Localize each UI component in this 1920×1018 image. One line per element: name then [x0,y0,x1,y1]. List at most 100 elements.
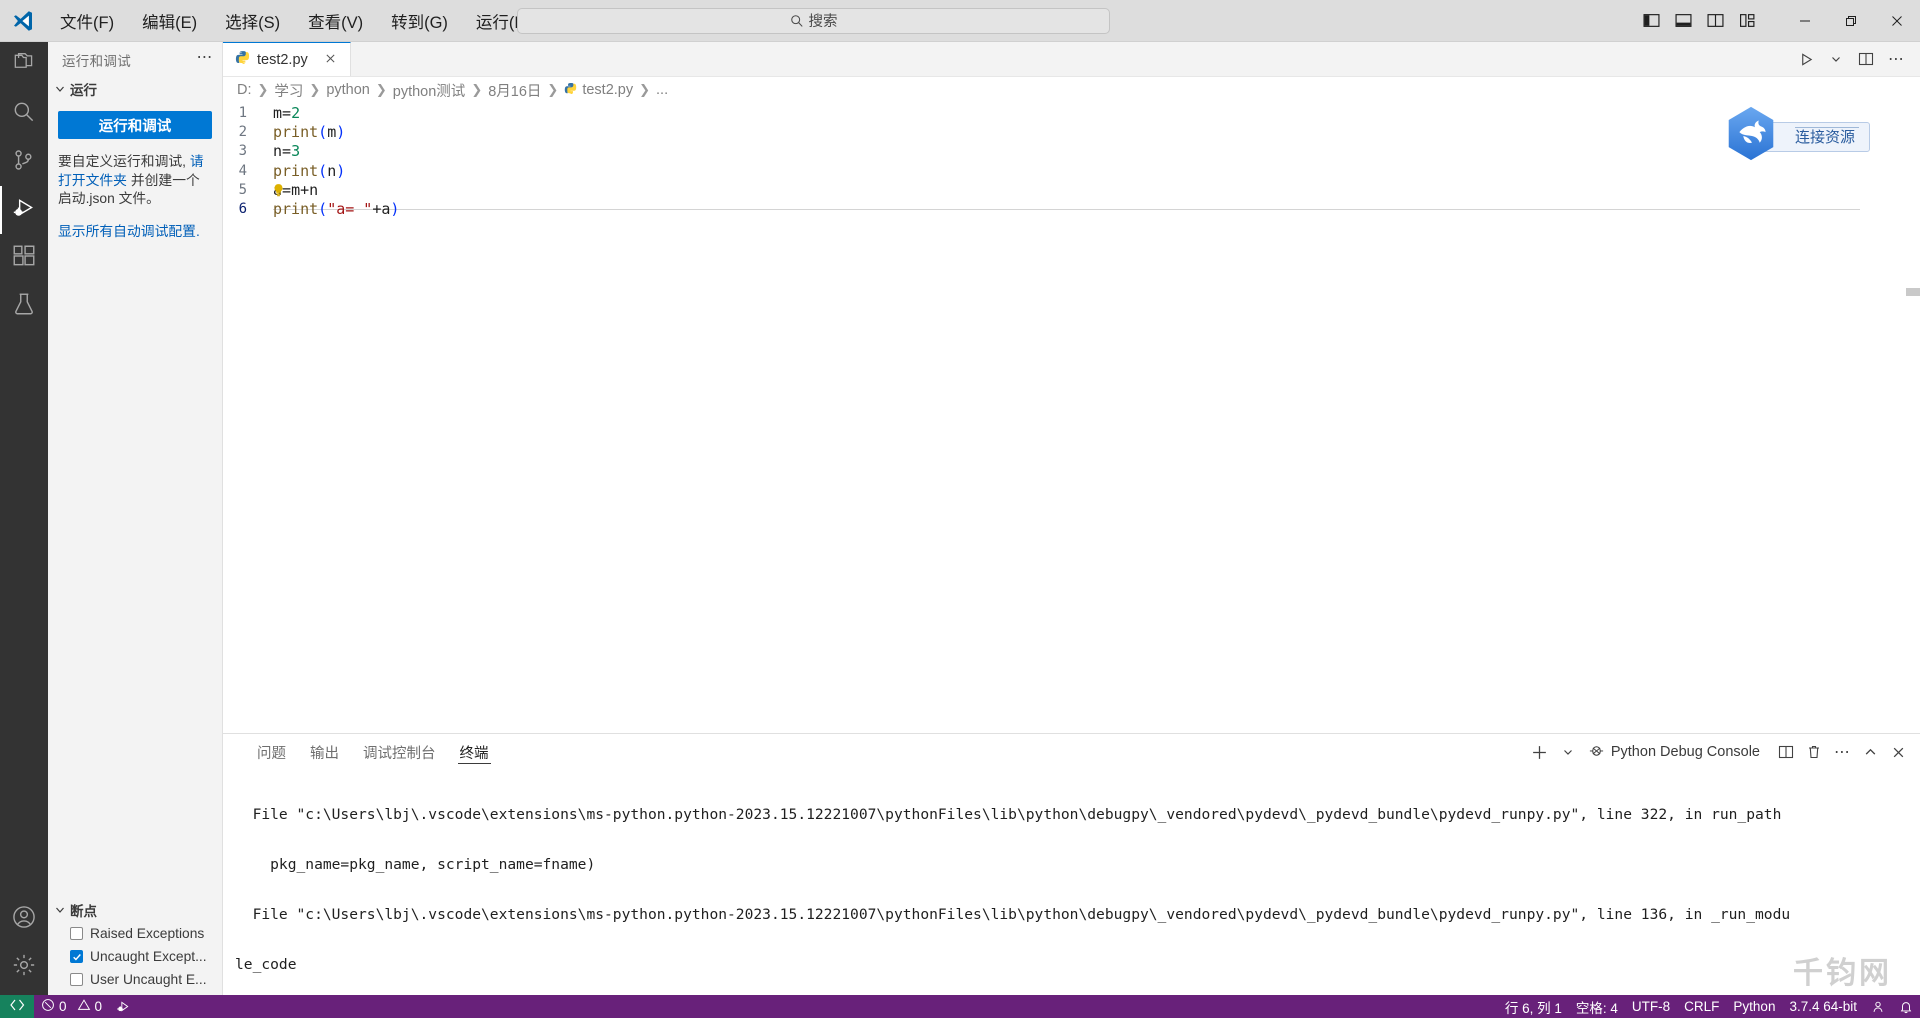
close-icon[interactable] [1874,0,1920,42]
remote-window-button[interactable] [0,995,34,1018]
encoding[interactable]: UTF-8 [1625,995,1677,1018]
panel-actions: Python Debug Console ⋯ [1527,739,1910,765]
manage-settings-button[interactable] [0,943,48,991]
tab-debug-console[interactable]: 调试控制台 [351,734,448,770]
sidebar-item-source-control[interactable] [0,138,48,186]
line-text: n=3 [273,142,301,161]
code-content: 1 m=2 2 print(m) 3 n=3 4 print(n) 5 =m+n… [223,103,1920,219]
split-editor-icon[interactable] [1852,45,1880,73]
chevron-down-icon[interactable] [1556,739,1580,765]
menu-edit[interactable]: 编辑(E) [130,5,209,37]
sidebar-item-extensions[interactable] [0,234,48,282]
person-feedback-icon[interactable] [1864,995,1892,1018]
problems-status[interactable]: 0 0 [34,995,109,1018]
layout-controls [1636,6,1762,36]
editor-scrollbar[interactable] [1906,288,1920,296]
debug-status-icon[interactable] [109,995,138,1018]
tab-output[interactable]: 输出 [298,734,351,770]
editor-column: test2.py ⋯ D: ❯ 学习 ❯ python ❯ python测试 ❯… [223,42,1920,995]
breadcrumb-item-0[interactable]: D: [237,82,252,98]
user-uncaught-exceptions-checkbox[interactable] [70,973,83,986]
breakpoints-section-header[interactable]: 断点 [48,898,222,922]
restore-icon[interactable] [1828,0,1874,42]
sidebar-item-testing[interactable] [0,282,48,330]
status-bar-right: 行 6, 列 1 空格: 4 UTF-8 CRLF Python 3.7.4 6… [1498,995,1920,1018]
run-section-header[interactable]: 运行 [48,77,222,101]
workbench-body: 运行和调试 ⋯ 运行 运行和调试 要自定义运行和调试, 请打开文件夹 并创建一个… [0,42,1920,995]
raised-exceptions-checkbox[interactable] [70,927,83,940]
gear-icon [11,952,37,983]
lightbulb-icon[interactable] [272,183,285,197]
accounts-button[interactable] [0,895,48,943]
new-terminal-button[interactable] [1527,739,1552,765]
trash-icon[interactable] [1802,739,1826,765]
breadcrumb-item-1[interactable]: 学习 [274,80,303,101]
language-mode[interactable]: Python [1726,995,1782,1018]
list-item[interactable]: User Uncaught E... [48,968,222,991]
menu-go[interactable]: 转到(G) [379,5,460,37]
connect-resource-widget[interactable]: 连接资源 [1720,103,1870,170]
search-input[interactable]: 搜索 [517,7,1110,34]
chevron-down-icon [52,902,68,918]
breadcrumb-item-4[interactable]: 8月16日 [488,80,541,101]
more-actions-icon[interactable]: ⋯ [1882,45,1910,73]
eol[interactable]: CRLF [1677,995,1726,1018]
show-all-automatic-debug-configs-link[interactable]: 显示所有自动调试配置. [58,223,212,242]
breadcrumb-file-label: test2.py [582,82,634,98]
breadcrumb-item-3[interactable]: python测试 [393,80,466,101]
line-number: 4 [238,162,247,179]
python-interpreter[interactable]: 3.7.4 64-bit [1782,995,1864,1018]
active-terminal-selector[interactable]: Python Debug Console [1584,739,1770,765]
breadcrumb-item-2[interactable]: python [326,82,370,98]
close-icon[interactable] [321,51,340,68]
toggle-primary-sidebar-icon[interactable] [1636,6,1666,36]
terminal-line: File "c:\Users\lbj\.vscode\extensions\ms… [235,905,1791,923]
menu-file[interactable]: 文件(F) [48,5,126,37]
list-item[interactable]: Uncaught Except... [48,945,222,968]
bird-hexagon-logo-icon [1720,103,1782,170]
more-actions-icon[interactable]: ⋯ [197,47,215,73]
menu-select[interactable]: 选择(S) [213,5,292,37]
breakpoints-list: Raised Exceptions Uncaught Except... Use… [48,922,222,995]
toggle-panel-icon[interactable] [1668,6,1698,36]
chevron-down-icon [52,81,68,97]
title-bar: 文件(F) 编辑(E) 选择(S) 查看(V) 转到(G) 运行(R) ··· … [0,0,1920,42]
maximize-panel-icon[interactable] [1858,739,1882,765]
titlebar-right [1636,0,1920,41]
split-terminal-icon[interactable] [1774,739,1798,765]
sidebar-item-search[interactable] [0,90,48,138]
breadcrumb-item-6[interactable]: ... [656,82,668,98]
list-item[interactable]: Raised Exceptions [48,922,222,945]
uncaught-exceptions-checkbox[interactable] [70,950,83,963]
breadcrumb-item-5[interactable]: test2.py [564,82,633,99]
cursor-position[interactable]: 行 6, 列 1 [1498,995,1569,1018]
panel-tab-bar: 问题 输出 调试控制台 终端 Python Debug Console ⋯ [223,734,1920,770]
sidebar-item-run-and-debug[interactable] [0,186,48,234]
bell-icon[interactable] [1892,995,1920,1018]
menu-view[interactable]: 查看(V) [296,5,375,37]
close-panel-icon[interactable] [1886,739,1910,765]
chevron-down-icon[interactable] [1822,45,1850,73]
code-editor[interactable]: 1 m=2 2 print(m) 3 n=3 4 print(n) 5 =m+n… [223,103,1920,733]
run-description-prefix: 要自定义运行和调试, [58,154,190,169]
run-debug-icon [11,195,37,226]
search-icon [790,14,804,28]
run-python-file-button[interactable] [1792,45,1820,73]
tab-problems[interactable]: 问题 [245,734,298,770]
customize-layout-icon[interactable] [1732,6,1762,36]
files-icon [11,51,37,82]
error-icon [41,998,55,1015]
tab-test2-py[interactable]: test2.py [223,42,351,76]
minimize-icon[interactable] [1782,0,1828,42]
python-file-icon [235,50,250,70]
toggle-secondary-sidebar-icon[interactable] [1700,6,1730,36]
tab-terminal[interactable]: 终端 [448,734,501,770]
more-actions-icon[interactable]: ⋯ [1830,739,1854,765]
breakpoints-section: 断点 Raised Exceptions Uncaught Except... [48,898,222,995]
indentation[interactable]: 空格: 4 [1569,995,1625,1018]
chevron-right-icon: ❯ [309,82,321,97]
run-and-debug-button[interactable]: 运行和调试 [58,111,212,139]
terminal-output[interactable]: File "c:\Users\lbj\.vscode\extensions\ms… [223,770,1920,995]
sidebar-item-explorer[interactable] [0,42,48,90]
error-count: 0 [59,999,67,1014]
